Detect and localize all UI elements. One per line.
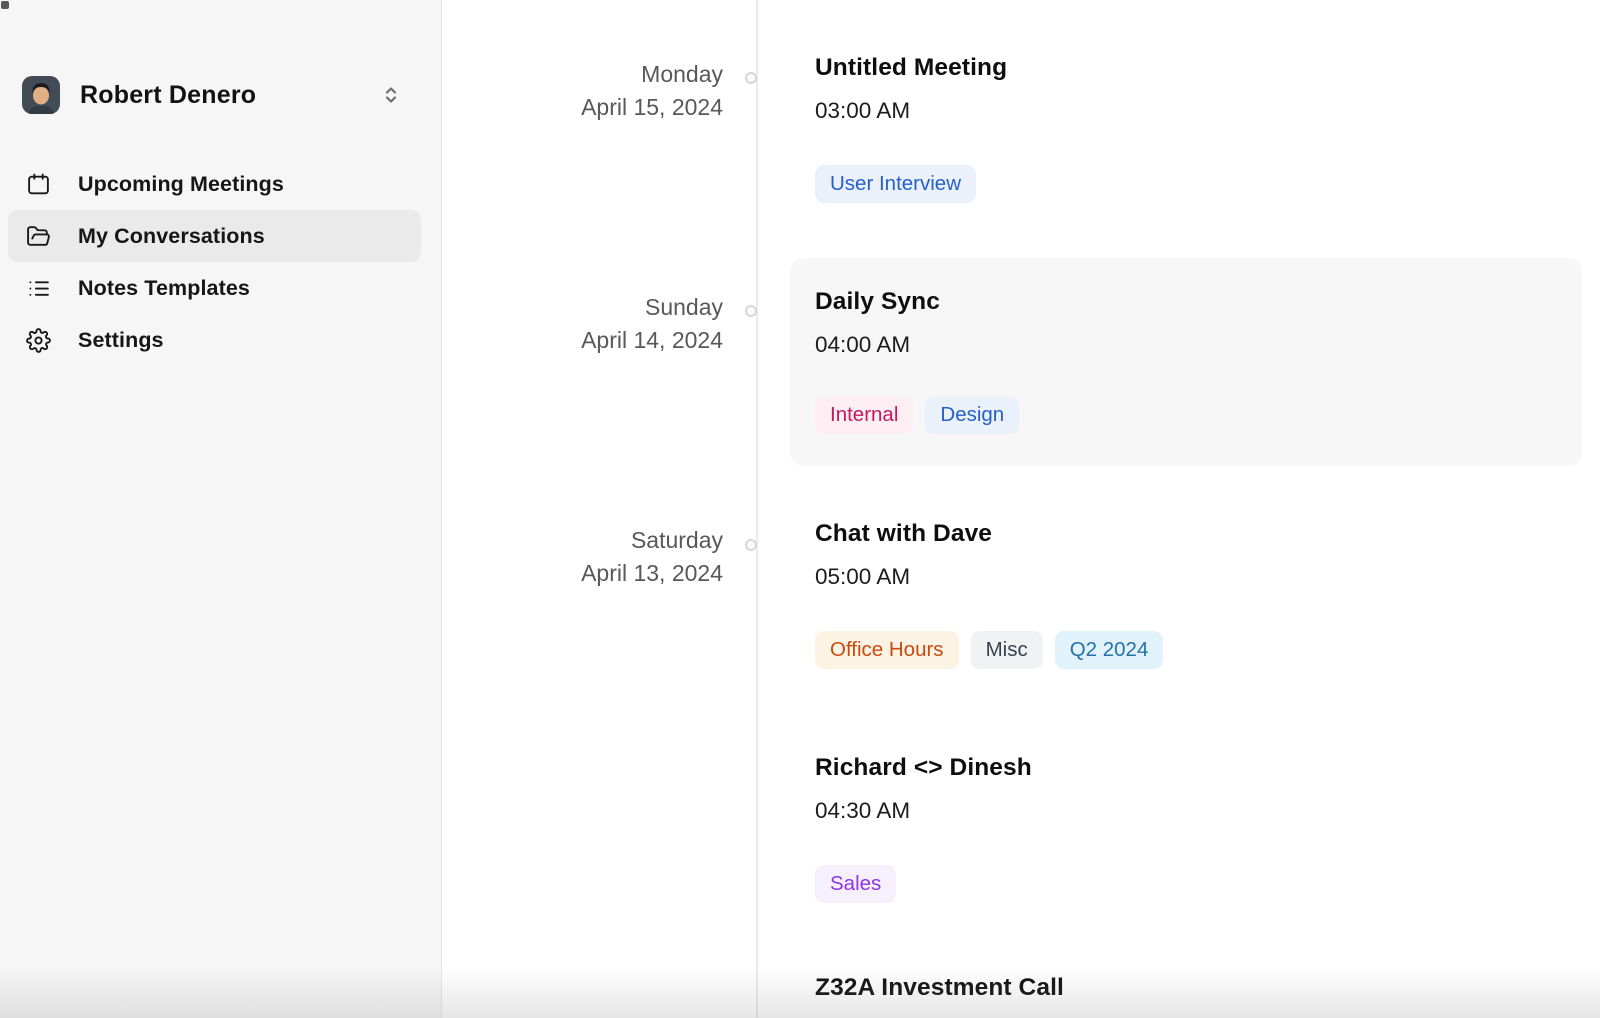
meeting-title: Z32A Investment Call — [815, 972, 1064, 1004]
meeting-tags: Sales — [815, 865, 1032, 903]
meeting-time: 03:00 AM — [815, 96, 1007, 126]
sidebar-nav: Upcoming Meetings My Conversations — [8, 158, 421, 366]
timeline-dot — [745, 539, 757, 551]
meeting-time: 04:00 AM — [815, 330, 1557, 360]
day-date: April 15, 2024 — [443, 91, 723, 124]
meeting-time: 04:30 AM — [815, 796, 1032, 826]
folder-open-icon — [26, 224, 51, 249]
meeting-entry[interactable]: Untitled Meeting 03:00 AM User Interview — [815, 52, 1007, 203]
sidebar-item-label: Upcoming Meetings — [78, 172, 284, 197]
timeline-dot — [745, 305, 757, 317]
tag-chip[interactable]: Sales — [815, 865, 896, 903]
sidebar-item-settings[interactable]: Settings — [8, 314, 421, 366]
sidebar-item-label: Notes Templates — [78, 276, 250, 301]
sidebar-item-notes-templates[interactable]: Notes Templates — [8, 262, 421, 314]
day-date: April 13, 2024 — [443, 557, 723, 590]
window-corner-mark — [1, 1, 9, 9]
date-label: Sunday April 14, 2024 — [443, 291, 723, 357]
day-name: Monday — [443, 58, 723, 91]
day-name: Saturday — [443, 524, 723, 557]
user-name: Robert Denero — [80, 81, 256, 110]
tag-chip[interactable]: Misc — [971, 631, 1043, 669]
user-profile[interactable]: Robert Denero — [0, 72, 441, 118]
list-icon — [26, 276, 51, 301]
meeting-title: Daily Sync — [815, 286, 1557, 318]
meeting-entry-highlighted[interactable]: Daily Sync 04:00 AM Internal Design — [790, 258, 1582, 466]
tag-chip[interactable]: Q2 2024 — [1055, 631, 1164, 669]
gear-icon — [26, 328, 51, 353]
date-label: Monday April 15, 2024 — [443, 58, 723, 124]
meeting-entry[interactable]: Z32A Investment Call — [815, 972, 1064, 1004]
meeting-tags: Office Hours Misc Q2 2024 — [815, 631, 1163, 669]
tag-chip[interactable]: Office Hours — [815, 631, 959, 669]
meeting-title: Untitled Meeting — [815, 52, 1007, 84]
avatar — [22, 76, 60, 114]
sidebar-item-label: Settings — [78, 328, 164, 353]
meeting-entry[interactable]: Richard <> Dinesh 04:30 AM Sales — [815, 752, 1032, 903]
meeting-title: Richard <> Dinesh — [815, 752, 1032, 784]
chevron-updown-icon[interactable] — [379, 83, 403, 107]
conversations-timeline: Monday April 15, 2024 Sunday April 14, 2… — [443, 0, 1600, 1018]
sidebar-item-label: My Conversations — [78, 224, 265, 249]
tag-chip[interactable]: User Interview — [815, 165, 976, 203]
sidebar: Robert Denero Upcoming Meetings — [0, 0, 442, 1018]
timeline-line — [756, 0, 758, 1018]
date-label: Saturday April 13, 2024 — [443, 524, 723, 590]
day-date: April 14, 2024 — [443, 324, 723, 357]
sidebar-item-my-conversations[interactable]: My Conversations — [8, 210, 421, 262]
tag-chip[interactable]: Internal — [815, 396, 913, 434]
meeting-title: Chat with Dave — [815, 518, 1163, 550]
app-window: Robert Denero Upcoming Meetings — [0, 0, 1600, 1018]
meeting-tags: Internal Design — [815, 396, 1557, 434]
meeting-tags: User Interview — [815, 165, 1007, 203]
calendar-icon — [26, 172, 51, 197]
timeline-dot — [745, 72, 757, 84]
day-name: Sunday — [443, 291, 723, 324]
sidebar-item-upcoming-meetings[interactable]: Upcoming Meetings — [8, 158, 421, 210]
meeting-entry[interactable]: Chat with Dave 05:00 AM Office Hours Mis… — [815, 518, 1163, 669]
tag-chip[interactable]: Design — [925, 396, 1019, 434]
meeting-time: 05:00 AM — [815, 562, 1163, 592]
